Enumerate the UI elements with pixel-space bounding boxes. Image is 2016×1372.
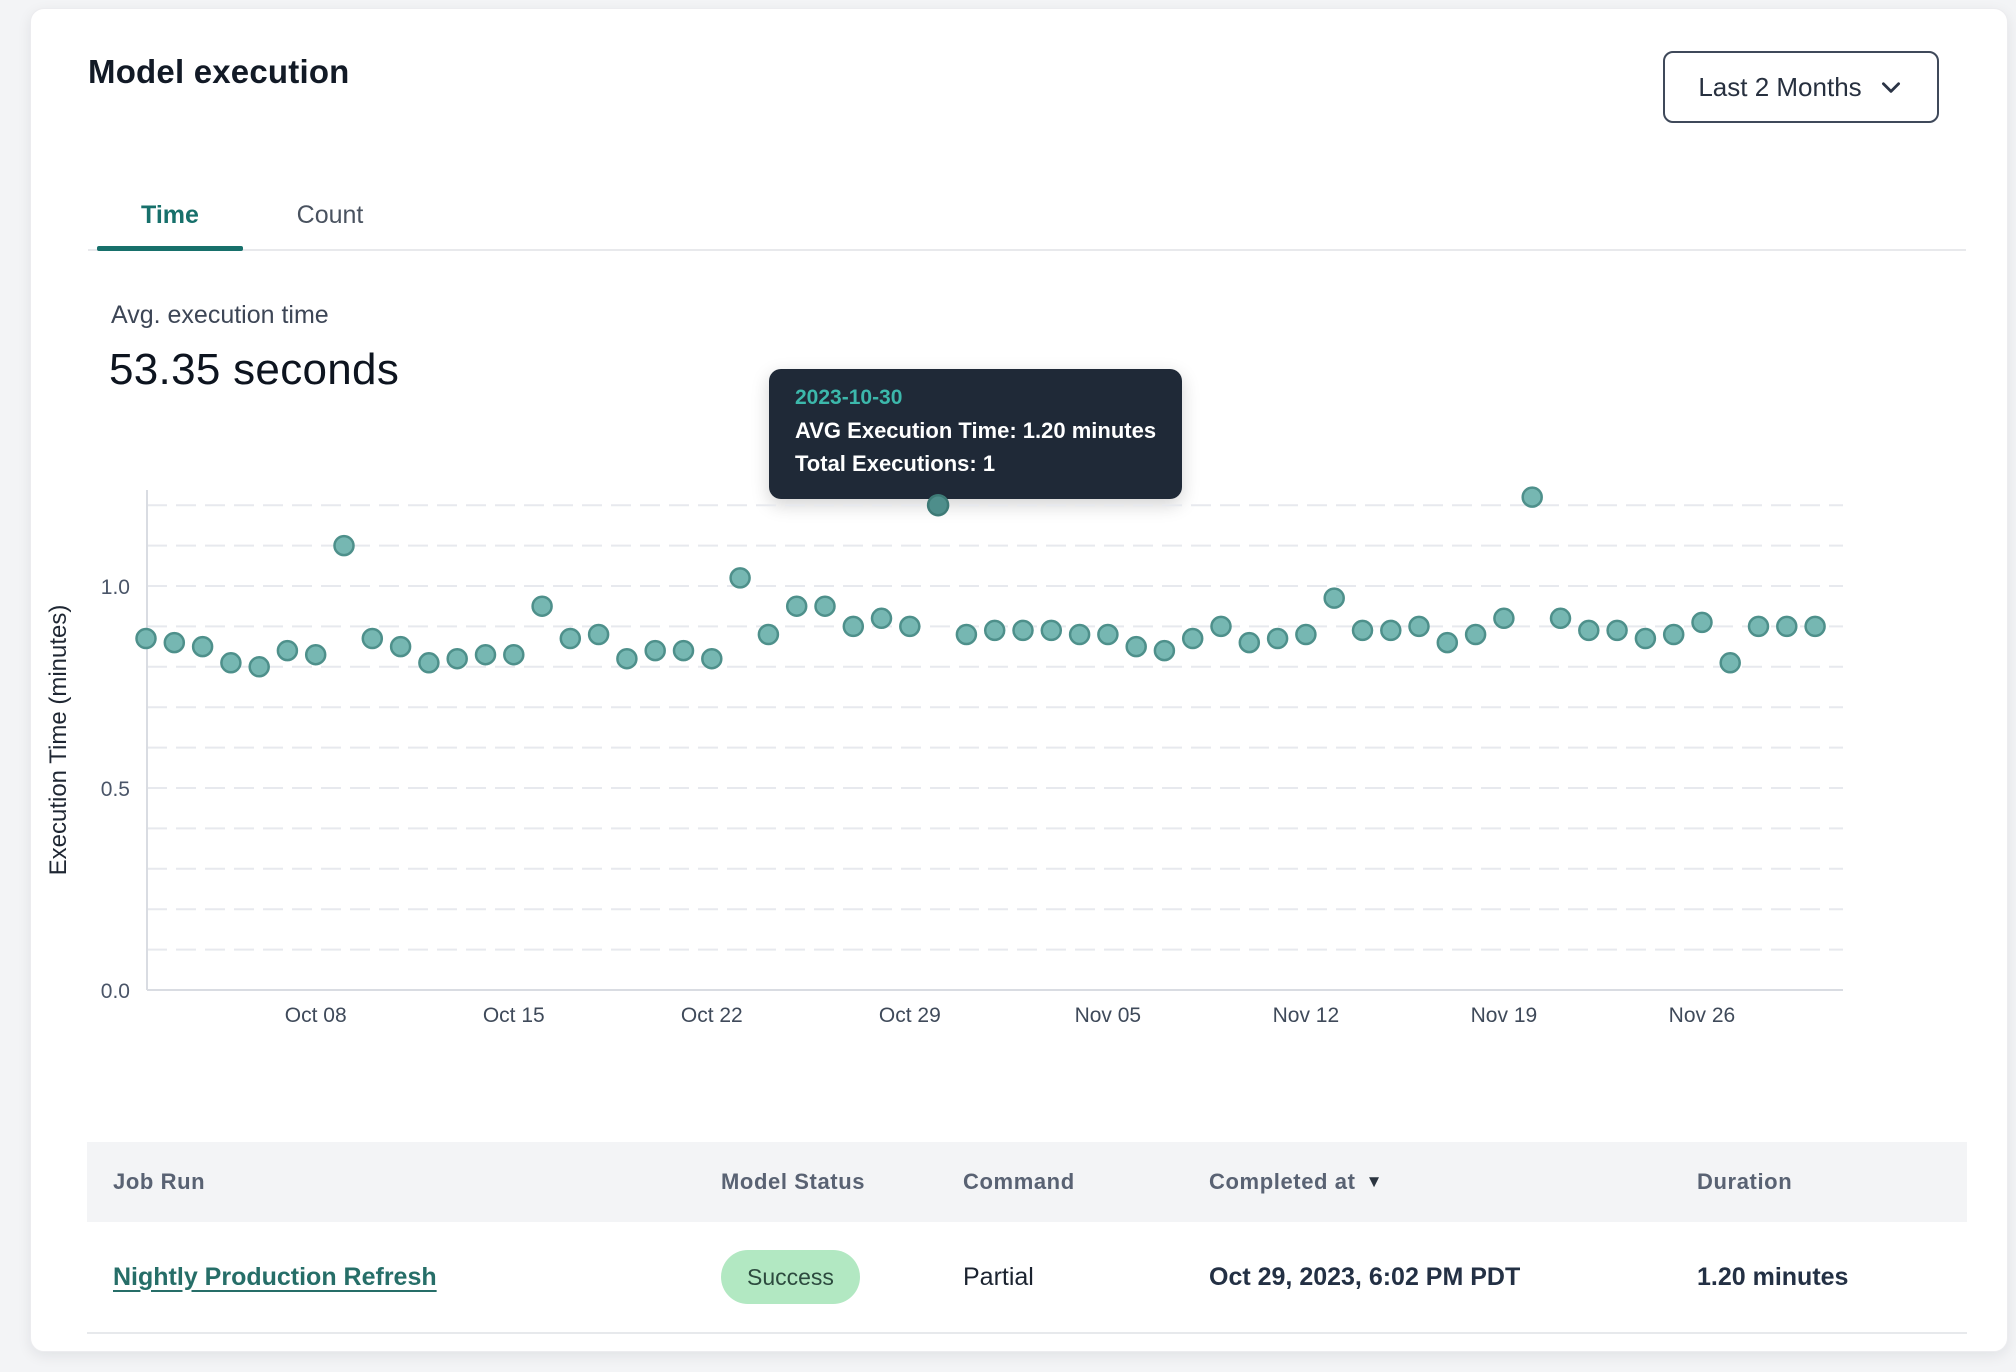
- data-point[interactable]: [221, 653, 240, 672]
- data-point[interactable]: [872, 609, 891, 628]
- command-cell: Partial: [963, 1263, 1209, 1292]
- data-point[interactable]: [1353, 621, 1372, 640]
- data-point[interactable]: [137, 629, 156, 648]
- data-point[interactable]: [1494, 609, 1513, 628]
- data-point[interactable]: [363, 629, 382, 648]
- data-point[interactable]: [702, 649, 721, 668]
- table-header-row: Job Run Model Status Command Completed a…: [87, 1142, 1967, 1222]
- page-title: Model execution: [88, 53, 350, 91]
- data-point[interactable]: [1608, 621, 1627, 640]
- data-point[interactable]: [1098, 625, 1117, 644]
- data-point[interactable]: [1183, 629, 1202, 648]
- data-point[interactable]: [1212, 617, 1231, 636]
- date-range-label: Last 2 Months: [1698, 72, 1861, 103]
- data-point[interactable]: [1664, 625, 1683, 644]
- data-point[interactable]: [250, 657, 269, 676]
- table-row: Nightly Production Refresh Success Parti…: [87, 1222, 1967, 1334]
- chart-tooltip: 2023-10-30 AVG Execution Time: 1.20 minu…: [769, 369, 1182, 499]
- data-point[interactable]: [731, 568, 750, 587]
- data-point[interactable]: [1410, 617, 1429, 636]
- chevron-down-icon: [1878, 74, 1904, 100]
- avg-execution-time-label: Avg. execution time: [111, 301, 329, 330]
- data-point[interactable]: [1438, 633, 1457, 652]
- data-point[interactable]: [419, 653, 438, 672]
- data-point[interactable]: [985, 621, 1004, 640]
- data-point[interactable]: [533, 597, 552, 616]
- data-point[interactable]: [787, 597, 806, 616]
- job-run-table: Job Run Model Status Command Completed a…: [87, 1142, 1967, 1334]
- data-point[interactable]: [561, 629, 580, 648]
- data-point[interactable]: [1042, 621, 1061, 640]
- data-point[interactable]: [1551, 609, 1570, 628]
- data-point[interactable]: [1749, 617, 1768, 636]
- column-header-job-run[interactable]: Job Run: [113, 1169, 721, 1195]
- date-range-dropdown[interactable]: Last 2 Months: [1663, 51, 1939, 123]
- data-point[interactable]: [759, 625, 778, 644]
- data-point[interactable]: [1381, 621, 1400, 640]
- data-point[interactable]: [646, 641, 665, 660]
- data-point[interactable]: [844, 617, 863, 636]
- data-point[interactable]: [476, 645, 495, 664]
- status-badge: Success: [721, 1250, 860, 1304]
- data-point[interactable]: [193, 637, 212, 656]
- column-header-model-status[interactable]: Model Status: [721, 1169, 963, 1195]
- data-point[interactable]: [1325, 589, 1344, 608]
- data-point[interactable]: [165, 633, 184, 652]
- data-point[interactable]: [1777, 617, 1796, 636]
- data-point[interactable]: [448, 649, 467, 668]
- data-point[interactable]: [1636, 629, 1655, 648]
- tab-time[interactable]: Time: [97, 187, 243, 249]
- duration-cell: 1.20 minutes: [1697, 1263, 1967, 1292]
- avg-execution-time-value: 53.35 seconds: [109, 345, 399, 395]
- data-point[interactable]: [1070, 625, 1089, 644]
- data-point[interactable]: [617, 649, 636, 668]
- data-point[interactable]: [391, 637, 410, 656]
- data-point[interactable]: [957, 625, 976, 644]
- tooltip-date: 2023-10-30: [795, 386, 1156, 410]
- data-point[interactable]: [1523, 488, 1542, 507]
- data-point[interactable]: [1721, 653, 1740, 672]
- data-point[interactable]: [1155, 641, 1174, 660]
- tooltip-total-line: Total Executions: 1: [795, 447, 1156, 480]
- completed-at-cell: Oct 29, 2023, 6:02 PM PDT: [1209, 1263, 1697, 1292]
- data-point[interactable]: [1466, 625, 1485, 644]
- data-point[interactable]: [1296, 625, 1315, 644]
- data-point[interactable]: [1579, 621, 1598, 640]
- data-point[interactable]: [1127, 637, 1146, 656]
- column-header-completed-at[interactable]: Completed at ▼: [1209, 1169, 1697, 1195]
- data-point-highlighted[interactable]: [928, 495, 948, 515]
- data-point[interactable]: [306, 645, 325, 664]
- column-header-command[interactable]: Command: [963, 1169, 1209, 1195]
- data-point[interactable]: [674, 641, 693, 660]
- data-point[interactable]: [1806, 617, 1825, 636]
- tab-count[interactable]: Count: [257, 187, 403, 249]
- data-point[interactable]: [1240, 633, 1259, 652]
- job-run-link[interactable]: Nightly Production Refresh: [113, 1263, 437, 1291]
- data-point[interactable]: [589, 625, 608, 644]
- data-point[interactable]: [278, 641, 297, 660]
- tab-bar: Time Count: [88, 187, 1966, 251]
- column-header-duration[interactable]: Duration: [1697, 1169, 1967, 1195]
- model-execution-card: Model execution Last 2 Months Time Count…: [30, 8, 2008, 1352]
- sort-desc-icon: ▼: [1366, 1172, 1383, 1192]
- tooltip-avg-line: AVG Execution Time: 1.20 minutes: [795, 414, 1156, 447]
- data-point[interactable]: [1268, 629, 1287, 648]
- data-point[interactable]: [504, 645, 523, 664]
- data-point[interactable]: [900, 617, 919, 636]
- data-point[interactable]: [816, 597, 835, 616]
- data-point[interactable]: [1014, 621, 1033, 640]
- data-point[interactable]: [335, 536, 354, 555]
- data-point[interactable]: [1693, 613, 1712, 632]
